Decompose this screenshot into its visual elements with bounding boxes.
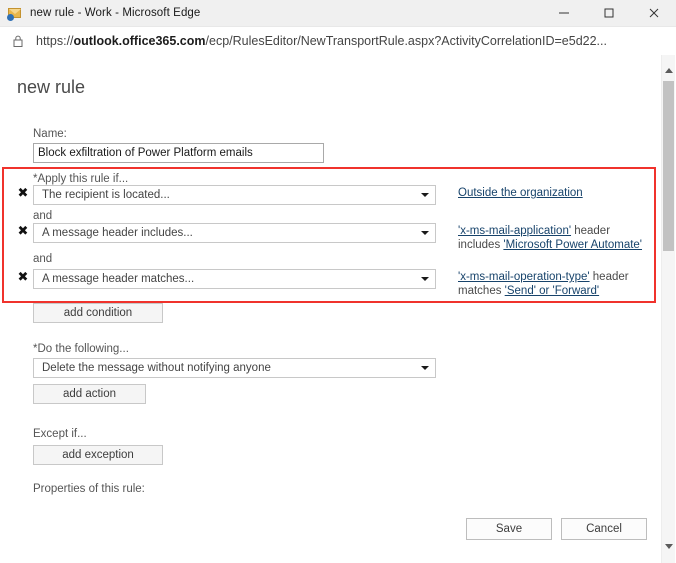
- page-title: new rule: [17, 77, 86, 97]
- window-title: new rule - Work - Microsoft Edge: [30, 7, 201, 19]
- cancel-button[interactable]: Cancel: [561, 518, 647, 540]
- condition-value-link-2-0[interactable]: 'x-ms-mail-application': [458, 225, 571, 237]
- do-the-following-label: *Do the following...: [33, 343, 129, 355]
- scroll-thumb[interactable]: [663, 81, 674, 251]
- remove-condition-icon-1[interactable]: ✖: [16, 187, 30, 201]
- apply-rule-if-label: *Apply this rule if...: [33, 173, 129, 185]
- condition-value-3: 'x-ms-mail-operation-type' header matche…: [458, 270, 653, 298]
- remove-condition-icon-2[interactable]: ✖: [16, 225, 30, 239]
- condition-value-link-1-0[interactable]: Outside the organization: [458, 187, 583, 199]
- name-label: Name:: [33, 128, 67, 140]
- maximize-button[interactable]: [586, 0, 631, 26]
- add-condition-button[interactable]: add condition: [33, 303, 163, 323]
- condition-select-value-3: A message header matches...: [42, 273, 195, 285]
- condition-value-2: 'x-ms-mail-application' header includes …: [458, 224, 653, 252]
- and-label-2: and: [33, 253, 53, 265]
- action-select-value: Delete the message without notifying any…: [42, 362, 271, 374]
- rule-form: new rule Name: *Apply this rule if... ✖ …: [0, 55, 660, 563]
- condition-select-3[interactable]: A message header matches...: [33, 269, 436, 289]
- address-bar[interactable]: https://outlook.office365.com/ecp/RulesE…: [0, 27, 676, 56]
- save-button[interactable]: Save: [466, 518, 552, 540]
- chevron-down-icon-2: [415, 231, 435, 235]
- lock-icon: [11, 34, 25, 48]
- close-button[interactable]: [631, 0, 676, 26]
- remove-condition-icon-3[interactable]: ✖: [16, 271, 30, 285]
- except-if-label: Except if...: [33, 428, 87, 440]
- condition-select-value-2: A message header includes...: [42, 227, 193, 239]
- rule-name-input[interactable]: [33, 143, 324, 163]
- window-controls: [541, 0, 676, 26]
- url-text[interactable]: https://outlook.office365.com/ecp/RulesE…: [36, 34, 607, 48]
- vertical-scrollbar[interactable]: [661, 55, 675, 563]
- condition-select-2[interactable]: A message header includes...: [33, 223, 436, 243]
- chevron-down-icon-action: [415, 366, 435, 370]
- condition-value-link-3-0[interactable]: 'x-ms-mail-operation-type': [458, 271, 590, 283]
- action-select[interactable]: Delete the message without notifying any…: [33, 358, 436, 378]
- scroll-up-icon[interactable]: [662, 63, 675, 77]
- condition-select-value-1: The recipient is located...: [42, 189, 170, 201]
- rule-editor-page: new rule Name: *Apply this rule if... ✖ …: [0, 55, 676, 563]
- condition-value-link-3-2[interactable]: 'Send' or 'Forward': [505, 285, 599, 297]
- condition-select-1[interactable]: The recipient is located...: [33, 185, 436, 205]
- and-label-1: and: [33, 210, 53, 222]
- window-title-bar: new rule - Work - Microsoft Edge: [0, 0, 676, 27]
- minimize-button[interactable]: [541, 0, 586, 26]
- scroll-down-icon[interactable]: [662, 539, 675, 553]
- mail-rule-icon: [7, 5, 23, 21]
- add-exception-button[interactable]: add exception: [33, 445, 163, 465]
- condition-value-link-2-2[interactable]: 'Microsoft Power Automate': [503, 239, 642, 251]
- add-action-button[interactable]: add action: [33, 384, 146, 404]
- chevron-down-icon-3: [415, 277, 435, 281]
- properties-label: Properties of this rule:: [33, 483, 145, 495]
- condition-value-1: Outside the organization: [458, 186, 653, 200]
- chevron-down-icon-1: [415, 193, 435, 197]
